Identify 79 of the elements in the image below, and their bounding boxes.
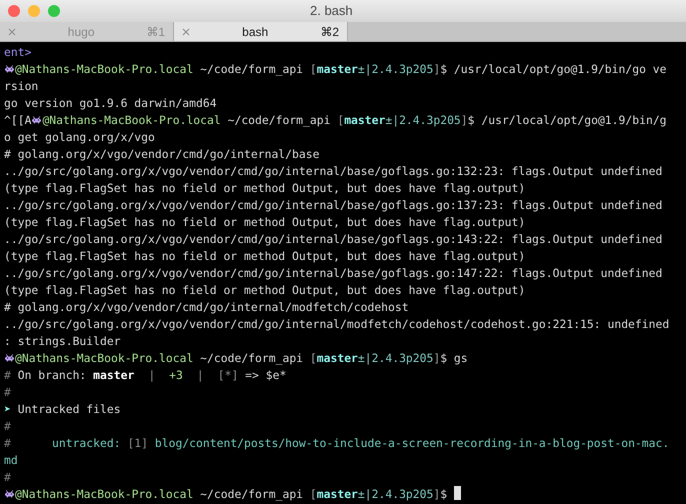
- arrow-marker: ➤: [4, 402, 11, 416]
- prompt-bracket: ]: [460, 113, 468, 127]
- output-text: [*]: [218, 368, 238, 382]
- prompt-host: @Nathans-MacBook-Pro.local: [15, 351, 194, 365]
- close-icon[interactable]: [182, 28, 190, 36]
- close-window-button[interactable]: [8, 5, 20, 17]
- shortcut-label: ⌘2: [320, 24, 339, 40]
- prompt-bracket: [: [337, 113, 344, 127]
- output-text: # golang.org/x/vgo/vendor/cmd/go/internal/modfetch/codehost: [4, 300, 409, 314]
- prompt-host: @Nathans-MacBook-Pro.local: [15, 62, 194, 76]
- shortcut-label: ⌘1: [146, 24, 165, 40]
- space-invader-icon: [4, 490, 15, 499]
- output-text: ^[[A: [4, 113, 32, 127]
- space-invader-icon: [4, 65, 15, 74]
- branch-status: ±|2.4.3p205: [358, 62, 434, 76]
- comment-mark: #: [4, 368, 11, 382]
- minimize-button[interactable]: [28, 5, 40, 17]
- branch-name: master: [344, 113, 386, 127]
- output-text: (type flag.FlagSet has no field or method Output, but does have flag.output): [4, 181, 526, 195]
- output-text: go version go1.9.6 darwin/amd64: [4, 96, 217, 110]
- output-text: ../go/src/golang.org/x/vgo/vendor/cmd/go/internal/base/goflags.go:143:22: flags.Output undefined: [4, 232, 662, 246]
- branch-name: master: [316, 62, 358, 76]
- zoom-button[interactable]: [48, 5, 60, 17]
- output-text: ../go/src/golang.org/x/vgo/vendor/cmd/go/internal/modfetch/codehost/codehost.go:221:15: undefined: [4, 317, 670, 331]
- branch-status: ±|2.4.3p205: [358, 487, 434, 501]
- change-count: +3: [169, 368, 183, 382]
- prompt-path: ~/code/form_api: [199, 62, 304, 76]
- output-text: # golang.org/x/vgo/vendor/cmd/go/internal/base: [4, 147, 320, 161]
- prompt-bracket: ]: [433, 351, 440, 365]
- output-text: o get golang.org/x/vgo: [4, 130, 155, 144]
- output-text: rsion: [4, 79, 38, 93]
- window-title: 2. bash: [310, 2, 353, 20]
- untracked-text: untracked:: [51, 436, 122, 450]
- prompt-host: @Nathans-MacBook-Pro.local: [42, 113, 221, 127]
- space-invader-icon: [4, 354, 15, 363]
- text-cursor: [454, 486, 461, 500]
- branch-status: ±|2.4.3p205: [385, 113, 461, 127]
- branch-status: ±|2.4.3p205: [358, 351, 434, 365]
- output-text: ent>: [4, 45, 32, 59]
- prompt-path: ~/code/form_api: [226, 113, 332, 127]
- branch-name: master: [93, 368, 134, 382]
- comment-mark: #: [4, 470, 11, 484]
- output-text: ../go/src/golang.org/x/vgo/vendor/cmd/go/internal/base/goflags.go:137:23: flags.Output undefined: [4, 198, 662, 212]
- output-text: Untracked files: [16, 402, 121, 416]
- output-text: $ /usr/local/opt/go@1.9/bin/g: [468, 113, 667, 127]
- output-text: (type flag.FlagSet has no field or method Output, but does have flag.output): [4, 283, 526, 297]
- untracked-text: md: [4, 453, 18, 467]
- output-text: $ /usr/local/opt/go@1.9/bin/go ve: [440, 62, 667, 76]
- branch-name: master: [316, 487, 358, 501]
- prompt-bracket: [: [310, 62, 317, 76]
- close-icon[interactable]: [8, 28, 16, 36]
- prompt-bracket: [: [310, 351, 317, 365]
- tab[interactable]: bash ⌘2: [174, 22, 348, 41]
- comment-mark: #: [4, 436, 11, 450]
- output-text: On branch:: [16, 368, 88, 382]
- output-text: [1]: [127, 436, 148, 450]
- tab-label: hugo: [66, 24, 96, 40]
- output-text: $ gs: [440, 351, 468, 365]
- space-invader-icon: [31, 116, 42, 125]
- output-text: => $e*: [244, 368, 286, 382]
- output-text: (type flag.FlagSet has no field or method Output, but does have flag.output): [4, 215, 526, 229]
- output-text: : strings.Builder: [4, 334, 121, 348]
- output-text: |: [196, 368, 204, 382]
- prompt-bracket: ]: [433, 62, 440, 76]
- comment-mark: #: [4, 419, 11, 433]
- output-text: ../go/src/golang.org/x/vgo/vendor/cmd/go/internal/base/goflags.go:132:23: flags.Output undefined: [4, 164, 662, 178]
- tab-label: bash: [241, 24, 270, 40]
- prompt-host: @Nathans-MacBook-Pro.local: [15, 487, 194, 501]
- output-text: |: [148, 368, 156, 382]
- branch-name: master: [316, 351, 358, 365]
- output-text: $: [440, 487, 448, 501]
- prompt-path: ~/code/form_api: [199, 487, 304, 501]
- prompt-bracket: ]: [433, 487, 440, 501]
- comment-mark: #: [4, 385, 11, 399]
- output-text: (type flag.FlagSet has no field or method Output, but does have flag.output): [4, 249, 526, 263]
- prompt-path: ~/code/form_api: [199, 351, 304, 365]
- prompt-bracket: [: [310, 487, 317, 501]
- untracked-text: blog/content/posts/how-to-include-a-screen-recording-in-a-blog-post-on-mac.: [154, 436, 670, 450]
- output-text: ../go/src/golang.org/x/vgo/vendor/cmd/go/internal/base/goflags.go:147:22: flags.Output undefined: [4, 266, 662, 280]
